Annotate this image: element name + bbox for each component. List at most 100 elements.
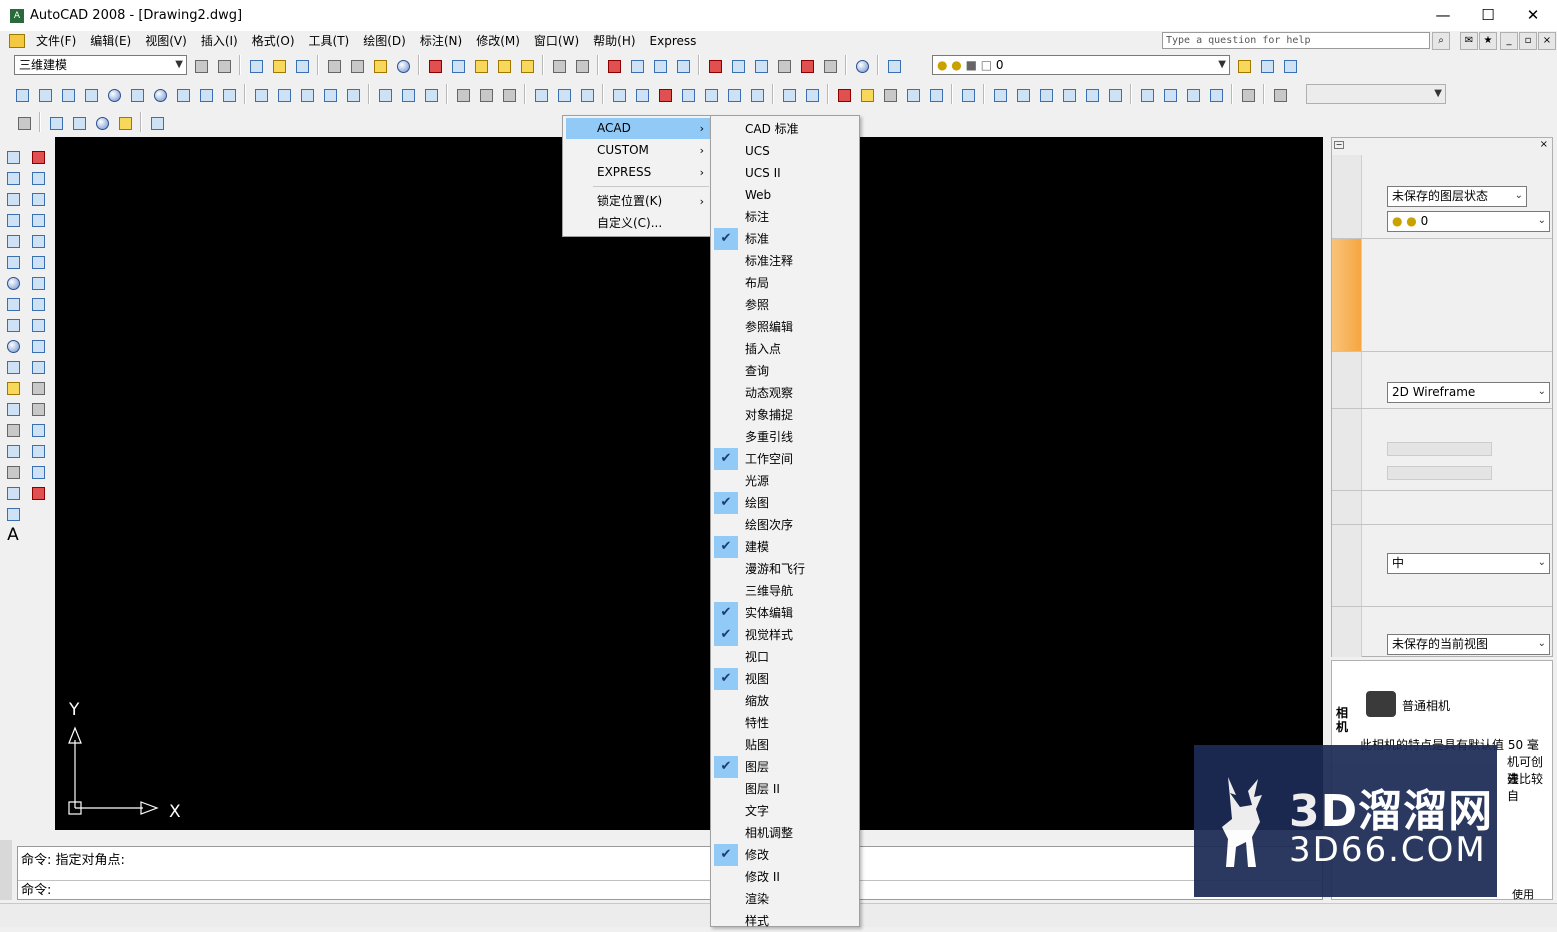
helix-icon[interactable] (196, 85, 215, 104)
wedge-icon[interactable] (58, 85, 77, 104)
doc-minimize-button[interactable]: _ (1500, 32, 1518, 50)
close-button[interactable]: ✕ (1510, 0, 1556, 31)
arc-icon[interactable] (3, 252, 22, 271)
toolbar-toggle-item[interactable]: 查询 (714, 360, 858, 382)
materials-panel-icon[interactable] (1332, 491, 1362, 524)
color-faces-icon[interactable] (779, 85, 798, 104)
sw-iso-icon[interactable] (1137, 85, 1156, 104)
layer-previous-icon[interactable] (1257, 56, 1276, 75)
planar-surface-icon[interactable] (219, 85, 238, 104)
rotate-faces-icon[interactable] (701, 85, 720, 104)
help-search-input[interactable]: Type a question for help (1162, 32, 1430, 49)
table-icon[interactable] (3, 504, 22, 523)
toolbar-toggle-item[interactable]: 标准注释 (714, 250, 858, 272)
toolbar-toggle-item[interactable]: 贴图 (714, 734, 858, 756)
join-icon[interactable] (28, 420, 47, 439)
revolve-icon[interactable] (320, 85, 339, 104)
dwf-icon[interactable] (393, 56, 412, 75)
right-view-icon[interactable] (1059, 85, 1078, 104)
match-properties-icon[interactable] (494, 56, 513, 75)
paste-icon[interactable] (471, 56, 490, 75)
toolbar-toggle-item[interactable]: ✔ 视图 (714, 668, 858, 690)
3d-make-panel-icon[interactable] (1332, 239, 1362, 351)
menu-group-item[interactable]: EXPRESS › (566, 162, 710, 183)
camera-icon[interactable] (1238, 85, 1257, 104)
copy-object-icon[interactable] (28, 168, 47, 187)
layer-manager-icon[interactable] (884, 56, 903, 75)
lights-panel-icon[interactable] (1332, 409, 1362, 490)
workspace-select[interactable]: 三维建模 ▼ (14, 55, 187, 75)
ucs-icon[interactable] (1270, 85, 1289, 104)
extend-icon[interactable] (28, 357, 47, 376)
toolbar-toggle-item[interactable]: ✔ 工作空间 (714, 448, 858, 470)
extrude-faces-icon[interactable] (609, 85, 628, 104)
palette-layer-select[interactable]: ● ● 0 ⌄ (1387, 211, 1550, 232)
polygon-icon[interactable] (3, 210, 22, 229)
intersect-icon[interactable] (421, 85, 440, 104)
toolbar-toggle-item[interactable]: UCS II (714, 162, 858, 184)
move-icon[interactable] (28, 252, 47, 271)
toolbar-toggle-item[interactable]: 参照编辑 (714, 316, 858, 338)
palette-menu-button[interactable]: − (1334, 141, 1344, 149)
subtract-icon[interactable] (398, 85, 417, 104)
circle-icon[interactable] (3, 273, 22, 292)
doc-restore-button[interactable]: ▫ (1519, 32, 1537, 50)
insert-block-icon[interactable] (3, 378, 22, 397)
toolbar-toggle-item[interactable]: 特性 (714, 712, 858, 734)
workspace-save-icon[interactable] (214, 56, 233, 75)
toolbar-toggle-item[interactable]: CAD 标准 (714, 118, 858, 140)
presspull-icon[interactable] (274, 85, 293, 104)
menu-modify[interactable]: 修改(M) (469, 31, 527, 51)
ellipse-icon[interactable] (3, 336, 22, 355)
3d-move-icon[interactable] (453, 85, 472, 104)
markup-icon[interactable] (797, 56, 816, 75)
delete-faces-icon[interactable] (678, 85, 697, 104)
zoom-window-icon[interactable] (650, 56, 669, 75)
offset-icon[interactable] (28, 210, 47, 229)
region-icon[interactable] (3, 483, 22, 502)
ne-iso-icon[interactable] (1183, 85, 1202, 104)
toolbar-toggle-item[interactable]: UCS (714, 140, 858, 162)
front-view-icon[interactable] (1082, 85, 1101, 104)
3d-align-icon[interactable] (499, 85, 518, 104)
menu-tools[interactable]: 工具(T) (302, 31, 357, 51)
clean-icon[interactable] (880, 85, 899, 104)
command-window-handle[interactable] (0, 840, 12, 900)
menu-express[interactable]: Express (643, 31, 704, 51)
document-icon[interactable] (9, 34, 25, 48)
layer-select[interactable]: ● ● ■ □ 0 ▼ (932, 55, 1230, 75)
pan-icon[interactable] (604, 56, 623, 75)
menu-group-item[interactable]: 自定义(C)... (566, 213, 710, 234)
toolbar-toggle-item[interactable]: ✔ 建模 (714, 536, 858, 558)
separate-icon[interactable] (903, 85, 922, 104)
toolbar-toggle-item[interactable]: 样式 (714, 910, 858, 932)
copy-icon[interactable] (448, 56, 467, 75)
multiline-text-icon[interactable]: A (2, 525, 24, 545)
trim-icon[interactable] (28, 336, 47, 355)
rotate-icon[interactable] (28, 273, 47, 292)
copy-edges-icon[interactable] (802, 85, 821, 104)
toolbar-toggle-item[interactable]: 视口 (714, 646, 858, 668)
new-icon[interactable] (246, 56, 265, 75)
doc-close-button[interactable]: × (1538, 32, 1556, 50)
offset-faces-icon[interactable] (655, 85, 674, 104)
bottom-view-icon[interactable] (1013, 85, 1032, 104)
revision-cloud-icon[interactable] (3, 294, 22, 313)
nw-iso-icon[interactable] (1206, 85, 1225, 104)
toolbar-toggle-item[interactable]: Web (714, 184, 858, 206)
scale-icon[interactable] (28, 294, 47, 313)
color-edges-icon[interactable] (834, 85, 853, 104)
rectangle-icon[interactable] (3, 231, 22, 250)
zoom-previous-icon[interactable] (673, 56, 692, 75)
toolbar-toggle-item[interactable]: 渲染 (714, 888, 858, 910)
save-icon[interactable] (292, 56, 311, 75)
menu-window[interactable]: 窗口(W) (527, 31, 586, 51)
redo-icon[interactable] (572, 56, 591, 75)
toolbar-toggle-item[interactable]: ✔ 绘图 (714, 492, 858, 514)
command-input[interactable]: 命令: (18, 880, 1322, 900)
undo-icon[interactable] (549, 56, 568, 75)
tool-palettes-icon[interactable] (751, 56, 770, 75)
3d-hidden-icon[interactable] (69, 113, 88, 132)
command-window[interactable]: 命令: 指定对角点: 命令: (17, 846, 1323, 900)
block-editor-icon[interactable] (517, 56, 536, 75)
